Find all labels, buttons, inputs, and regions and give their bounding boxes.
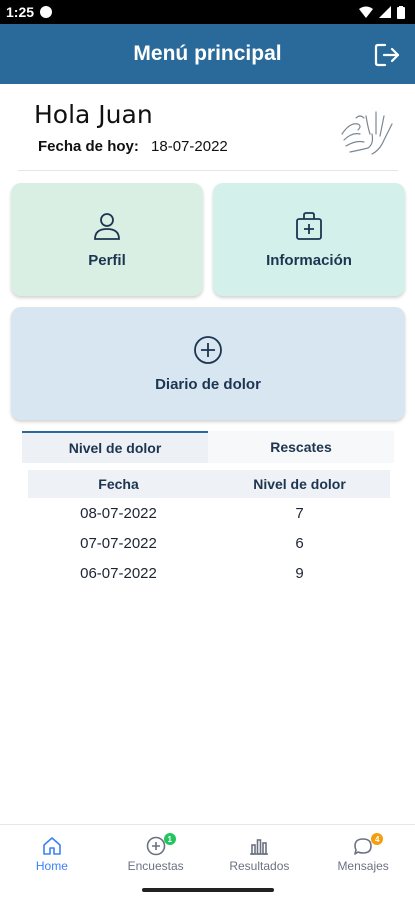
status-icons	[359, 5, 405, 19]
notification-icon	[40, 6, 53, 18]
header-divider	[18, 170, 398, 171]
row-level: 9	[295, 564, 304, 582]
nav-encuestas[interactable]: 1 Encuestas	[104, 825, 208, 882]
row-level: 6	[295, 534, 304, 552]
status-bar: 1:25	[0, 0, 415, 24]
nav-resultados-label: Resultados	[229, 858, 290, 873]
row-level: 7	[295, 504, 304, 522]
header-nivel: Nivel de dolor	[253, 476, 346, 492]
bottom-nav: Home 1 Encuestas Resultados 4 Mensajes	[0, 824, 415, 882]
status-time: 1:25	[6, 4, 35, 20]
medkit-icon	[296, 212, 322, 240]
logout-icon[interactable]	[373, 41, 401, 69]
nav-home-label: Home	[35, 858, 68, 873]
hands-logo	[341, 111, 393, 155]
tab-nivel-de-dolor[interactable]: Nivel de dolor	[22, 431, 208, 463]
perfil-label: Perfil	[88, 252, 126, 269]
perfil-tile[interactable]: Perfil	[11, 183, 203, 296]
row-date: 08-07-2022	[80, 504, 157, 522]
app-bar-title: Menú principal	[133, 42, 282, 65]
diario-label: Diario de dolor	[155, 376, 261, 393]
row-date: 06-07-2022	[80, 564, 157, 582]
user-icon	[94, 213, 120, 240]
signal-icon	[379, 6, 391, 18]
pain-table: Fecha Nivel de dolor 08-07-2022 7 07-07-…	[28, 470, 390, 588]
nav-mensajes-label: Mensajes	[337, 858, 389, 873]
nav-resultados[interactable]: Resultados	[208, 825, 312, 882]
nav-home[interactable]: Home	[0, 825, 104, 882]
date-row: Fecha de hoy: 18-07-2022	[38, 138, 228, 155]
mensajes-badge: 4	[371, 833, 384, 845]
date-label: Fecha de hoy:	[38, 138, 139, 155]
wifi-icon	[359, 6, 373, 18]
encuestas-badge: 1	[163, 833, 176, 845]
plus-circle-icon	[194, 336, 222, 364]
battery-icon	[397, 5, 405, 19]
table-header: Fecha Nivel de dolor	[28, 470, 390, 498]
diario-tile[interactable]: Diario de dolor	[11, 307, 405, 420]
table-row: 06-07-2022 9	[28, 558, 390, 588]
row-date: 07-07-2022	[80, 534, 157, 552]
tab-bar: Nivel de dolor Rescates	[22, 431, 394, 463]
greeting-text: Hola Juan	[34, 100, 153, 129]
home-icon	[43, 836, 61, 855]
tab-rescates[interactable]: Rescates	[208, 431, 394, 463]
table-row: 08-07-2022 7	[28, 498, 390, 528]
table-row: 07-07-2022 6	[28, 528, 390, 558]
bar-chart-icon	[250, 838, 269, 855]
date-value: 18-07-2022	[151, 138, 228, 155]
informacion-tile[interactable]: Información	[213, 183, 405, 296]
informacion-label: Información	[266, 252, 352, 269]
nav-mensajes[interactable]: 4 Mensajes	[311, 825, 415, 882]
nav-encuestas-label: Encuestas	[127, 858, 184, 873]
app-bar: Menú principal	[0, 24, 415, 84]
gesture-bar	[142, 888, 274, 892]
header-fecha: Fecha	[98, 476, 139, 492]
